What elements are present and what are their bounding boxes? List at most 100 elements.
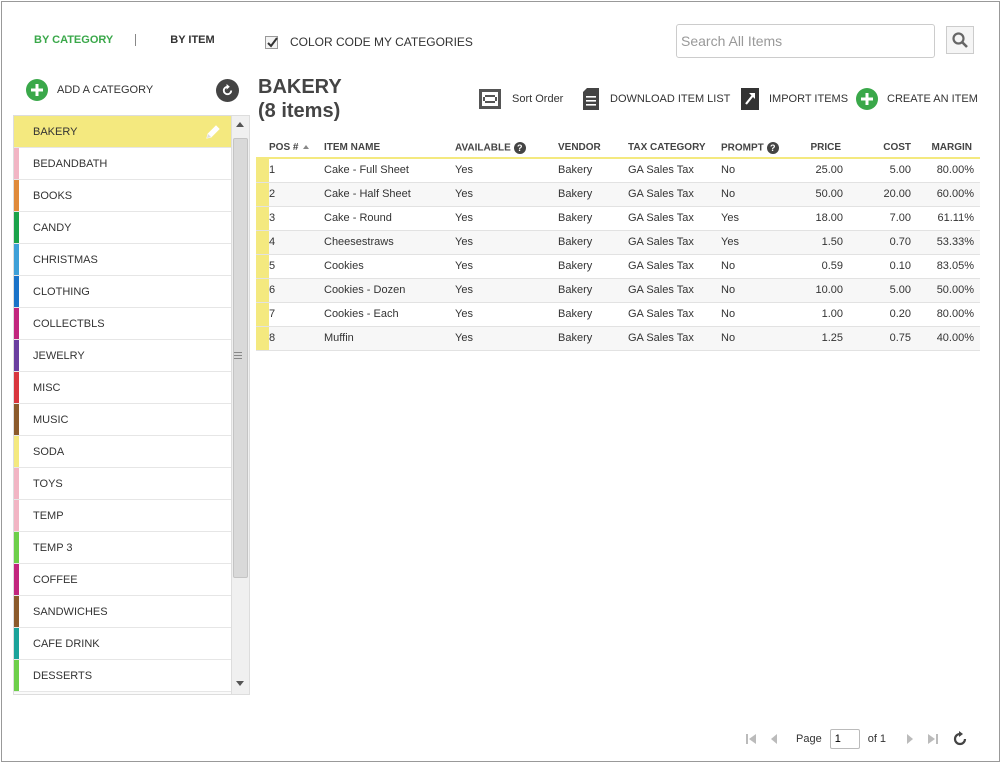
sidebar-item-jewelry[interactable]: JEWELRY: [14, 340, 231, 372]
category-color-swatch: [14, 116, 19, 147]
sidebar-item-coffee[interactable]: COFFEE: [14, 564, 231, 596]
cell-cost: 5.00: [849, 158, 917, 183]
cell-available: Yes: [455, 158, 558, 183]
tab-separator: [135, 34, 137, 46]
sidebar-item-label: COFFEE: [33, 573, 78, 586]
table-row[interactable]: 5 Cookies Yes Bakery GA Sales Tax No 0.59 0.10 8…: [256, 254, 980, 279]
column-available[interactable]: AVAILABLE?: [455, 138, 558, 159]
cell-price: 1.00: [791, 302, 849, 327]
sidebar-item-desserts[interactable]: DESSERTS: [14, 660, 231, 692]
table-row[interactable]: 6 Cookies - Dozen Yes Bakery GA Sales Tax No 1…: [256, 278, 980, 303]
sidebar-item-label: DESSERTS: [33, 669, 93, 682]
table-row[interactable]: 2 Cake - Half Sheet Yes Bakery GA Sales Tax N…: [256, 182, 980, 207]
cell-pos: 7: [269, 302, 324, 327]
sidebar-item-cafe-drink[interactable]: CAFE DRINK: [14, 628, 231, 660]
sidebar-item-label: TEMP: [33, 509, 64, 522]
sidebar-item-temp-3[interactable]: TEMP 3: [14, 532, 231, 564]
help-icon[interactable]: ?: [766, 141, 779, 154]
page-number-input[interactable]: [829, 729, 860, 749]
last-page-icon[interactable]: [928, 733, 939, 745]
cell-margin: 53.33%: [917, 230, 980, 255]
category-color-swatch: [14, 468, 19, 499]
cell-available: Yes: [455, 230, 558, 255]
sidebar-item-christmas[interactable]: CHRISTMAS: [14, 244, 231, 276]
sidebar-item-temp[interactable]: TEMP: [14, 500, 231, 532]
category-color-swatch: [14, 340, 19, 371]
row-color-bar: [256, 182, 269, 207]
cell-prompt: Yes: [721, 206, 791, 231]
cell-available: Yes: [455, 326, 558, 351]
add-category-button[interactable]: ADD A CATEGORY: [26, 79, 153, 101]
column-item-name[interactable]: ITEM NAME: [324, 138, 455, 159]
table-row[interactable]: 1 Cake - Full Sheet Yes Bakery GA Sales Tax N…: [256, 158, 980, 183]
tab-by-item[interactable]: BY ITEM: [170, 34, 214, 46]
column-pos-label: POS #: [269, 142, 299, 153]
sidebar-item-bedandbath[interactable]: BEDANDBATH: [14, 148, 231, 180]
refresh-categories-button[interactable]: [216, 79, 239, 102]
sidebar-item-label: BEDANDBATH: [33, 157, 108, 170]
refresh-icon[interactable]: [952, 731, 968, 747]
category-color-swatch: [14, 596, 19, 627]
first-page-icon[interactable]: [746, 733, 756, 745]
sidebar-item-candy[interactable]: CANDY: [14, 212, 231, 244]
category-color-swatch: [14, 308, 19, 339]
items-table: POS # ITEM NAME AVAILABLE? VENDOR TAX CA…: [256, 138, 980, 351]
category-color-swatch: [14, 660, 19, 691]
column-price[interactable]: PRICE: [791, 138, 849, 159]
refresh-icon: [222, 84, 233, 96]
column-cost[interactable]: COST: [849, 138, 917, 159]
sidebar-item-misc[interactable]: MISC: [14, 372, 231, 404]
table-row[interactable]: 4 Cheesestraws Yes Bakery GA Sales Tax Yes 1.5…: [256, 230, 980, 255]
sidebar-item-collectbls[interactable]: COLLECTBLS: [14, 308, 231, 340]
pencil-icon[interactable]: [205, 124, 221, 140]
import-items-button[interactable]: IMPORT ITEMS: [741, 88, 848, 110]
panel-resize-grip-icon[interactable]: [234, 352, 242, 362]
sidebar-item-bakery[interactable]: BAKERY: [14, 116, 231, 148]
cell-item-name: Cheesestraws: [324, 230, 455, 255]
sidebar-item-clothing[interactable]: CLOTHING: [14, 276, 231, 308]
sidebar-item-toys[interactable]: TOYS: [14, 468, 231, 500]
column-tax-category[interactable]: TAX CATEGORY: [628, 138, 721, 159]
cell-price: 18.00: [791, 206, 849, 231]
sidebar-item-label: SANDWICHES: [33, 605, 108, 618]
row-color-bar: [256, 326, 269, 351]
column-vendor[interactable]: VENDOR: [558, 138, 628, 159]
search-button[interactable]: [946, 26, 974, 54]
next-page-icon[interactable]: [906, 733, 914, 745]
column-prompt[interactable]: PROMPT?: [721, 138, 791, 159]
prev-page-icon[interactable]: [770, 733, 778, 745]
cell-margin: 60.00%: [917, 182, 980, 207]
tab-by-category[interactable]: BY CATEGORY: [34, 34, 113, 46]
category-list: BAKERY BEDANDBATH BOOKS CANDY CHRISTMAS CLOTH…: [14, 116, 231, 692]
color-code-checkbox[interactable]: [265, 35, 278, 49]
column-cost-label: COST: [883, 142, 911, 153]
color-code-toggle[interactable]: COLOR CODE MY CATEGORIES: [265, 35, 473, 49]
sidebar-item-label: CAFE DRINK: [33, 637, 100, 650]
download-item-list-button[interactable]: DOWNLOAD ITEM LIST: [582, 88, 730, 110]
cell-vendor: Bakery: [558, 278, 628, 303]
scroll-down-icon[interactable]: [236, 681, 244, 686]
category-scrollbar[interactable]: [231, 116, 249, 694]
scroll-up-icon[interactable]: [236, 122, 244, 127]
table-row[interactable]: 7 Cookies - Each Yes Bakery GA Sales Tax No 1.…: [256, 302, 980, 327]
sort-order-button[interactable]: Sort Order: [478, 88, 563, 110]
sidebar-item-books[interactable]: BOOKS: [14, 180, 231, 212]
cell-item-name: Cookies - Dozen: [324, 278, 455, 303]
sidebar-item-label: BOOKS: [33, 189, 73, 202]
cell-cost: 0.20: [849, 302, 917, 327]
sidebar-item-soda[interactable]: SODA: [14, 436, 231, 468]
help-icon[interactable]: ?: [513, 141, 526, 154]
cell-price: 25.00: [791, 158, 849, 183]
create-item-button[interactable]: CREATE AN ITEM: [856, 88, 978, 110]
column-margin[interactable]: MARGIN: [917, 138, 980, 159]
search-input[interactable]: [676, 24, 935, 58]
table-header-row: POS # ITEM NAME AVAILABLE? VENDOR TAX CA…: [256, 138, 980, 159]
sidebar-item-label: CANDY: [33, 221, 72, 234]
sidebar-item-music[interactable]: MUSIC: [14, 404, 231, 436]
items-table-body: 1 Cake - Full Sheet Yes Bakery GA Sales Tax N…: [256, 158, 980, 351]
column-pos[interactable]: POS #: [269, 138, 324, 159]
cell-tax-category: GA Sales Tax: [628, 182, 721, 207]
table-row[interactable]: 8 Muffin Yes Bakery GA Sales Tax No 1.25 0.75 40…: [256, 326, 980, 351]
sidebar-item-sandwiches[interactable]: SANDWICHES: [14, 596, 231, 628]
table-row[interactable]: 3 Cake - Round Yes Bakery GA Sales Tax Yes 18.…: [256, 206, 980, 231]
